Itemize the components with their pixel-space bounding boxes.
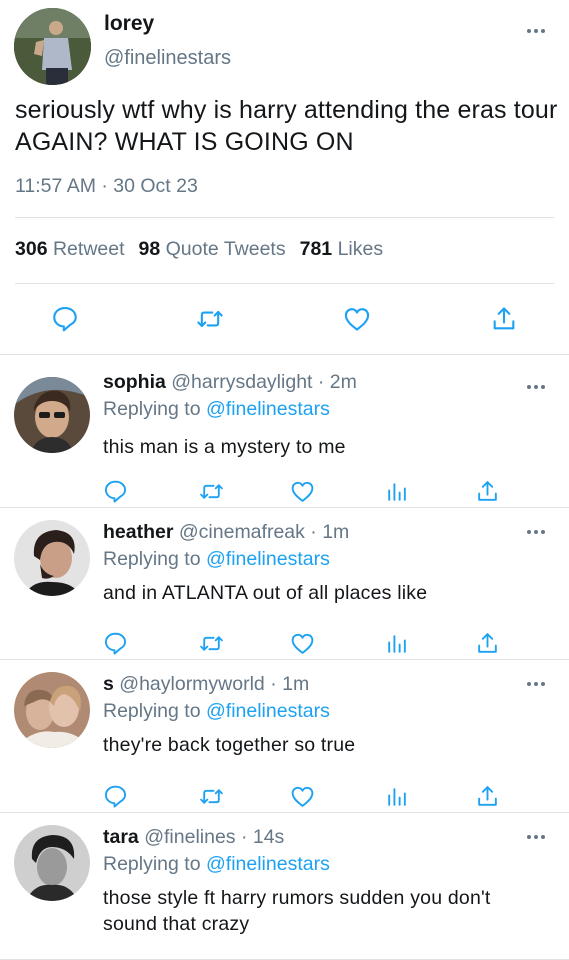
display-name[interactable]: sophia xyxy=(103,371,166,393)
reply-header: heather @cinemafreak · 1m xyxy=(103,521,349,544)
replying-prefix: Replying to xyxy=(103,853,201,875)
reply-tweet[interactable]: tara @finelines · 14s Replying to @finel… xyxy=(0,813,569,960)
user-handle[interactable]: @harrysdaylight · 2m xyxy=(171,371,357,393)
like-icon[interactable] xyxy=(343,305,371,333)
avatar[interactable] xyxy=(14,8,91,85)
more-options-icon[interactable] xyxy=(525,833,547,841)
reply-icon[interactable] xyxy=(103,784,128,809)
retweet-icon[interactable] xyxy=(199,479,224,504)
retweet-icon[interactable] xyxy=(196,305,224,333)
more-options-icon[interactable] xyxy=(525,528,547,536)
reply-icon[interactable] xyxy=(51,305,79,333)
reply-tweet[interactable]: sophia @harrysdaylight · 2m Replying to … xyxy=(0,355,569,508)
analytics-icon[interactable] xyxy=(384,631,409,656)
likes-label: Likes xyxy=(337,238,384,260)
reply-tweet[interactable]: s @haylormyworld · 1m Replying to @finel… xyxy=(0,660,569,813)
reply-text: and in ATLANTA out of all places like xyxy=(103,582,428,604)
share-icon[interactable] xyxy=(475,784,500,809)
retweet-icon[interactable] xyxy=(199,631,224,656)
quote-count-link[interactable]: 98 Quote Tweets xyxy=(139,238,286,260)
more-options-icon[interactable] xyxy=(525,27,547,35)
user-handle[interactable]: @cinemafreak · 1m xyxy=(179,521,349,543)
divider xyxy=(15,217,554,218)
replying-prefix: Replying to xyxy=(103,548,201,570)
replying-to: Replying to @finelinestars xyxy=(103,853,330,876)
share-icon[interactable] xyxy=(475,631,500,656)
retweet-label: Retweet xyxy=(52,238,125,260)
share-icon[interactable] xyxy=(490,305,518,333)
reply-header: s @haylormyworld · 1m xyxy=(103,673,309,696)
replying-prefix: Replying to xyxy=(103,700,201,722)
replying-to: Replying to @finelinestars xyxy=(103,398,330,421)
user-handle[interactable]: @finelinestars xyxy=(104,47,231,70)
replying-to: Replying to @finelinestars xyxy=(103,700,330,723)
likes-count-link[interactable]: 781 Likes xyxy=(300,238,384,260)
reply-text: this man is a mystery to me xyxy=(103,436,346,458)
replying-to-link[interactable]: @finelinestars xyxy=(206,398,330,420)
analytics-icon[interactable] xyxy=(384,479,409,504)
reply-text: they're back together so true xyxy=(103,734,356,756)
user-handle[interactable]: @finelines · 14s xyxy=(144,826,284,848)
tweet-timestamp: 11:57 AM · 30 Oct 23 xyxy=(15,175,198,197)
retweet-icon[interactable] xyxy=(199,784,224,809)
more-options-icon[interactable] xyxy=(525,680,547,688)
retweet-count: 306 xyxy=(15,238,48,260)
reply-header: sophia @harrysdaylight · 2m xyxy=(103,371,357,394)
like-icon[interactable] xyxy=(290,784,315,809)
share-icon[interactable] xyxy=(475,479,500,504)
reply-icon[interactable] xyxy=(103,479,128,504)
user-handle[interactable]: @haylormyworld · 1m xyxy=(119,673,309,695)
avatar[interactable] xyxy=(14,377,90,453)
display-name[interactable]: tara xyxy=(103,826,139,848)
reply-header: tara @finelines · 14s xyxy=(103,826,284,849)
avatar[interactable] xyxy=(14,520,90,596)
display-name[interactable]: heather xyxy=(103,521,173,543)
quote-count: 98 xyxy=(138,238,161,260)
replying-to-link[interactable]: @finelinestars xyxy=(206,853,330,875)
tweet-text: seriously wtf why is harry attending the… xyxy=(15,96,558,156)
display-name[interactable]: lorey xyxy=(104,12,154,36)
retweet-count-link[interactable]: 306 Retweet xyxy=(15,238,125,260)
divider xyxy=(15,283,554,284)
reply-tweet[interactable]: heather @cinemafreak · 1m Replying to @f… xyxy=(0,508,569,660)
more-options-icon[interactable] xyxy=(525,383,547,391)
display-name[interactable]: s xyxy=(103,673,114,695)
avatar[interactable] xyxy=(14,672,90,748)
tweet-stats: 306 Retweet 98 Quote Tweets 781 Likes xyxy=(15,238,383,261)
like-icon[interactable] xyxy=(290,479,315,504)
replying-to-link[interactable]: @finelinestars xyxy=(206,548,330,570)
main-tweet: lorey @finelinestars seriously wtf why i… xyxy=(0,0,569,355)
quote-label: Quote Tweets xyxy=(165,238,286,260)
analytics-icon[interactable] xyxy=(384,784,409,809)
replying-to-link[interactable]: @finelinestars xyxy=(206,700,330,722)
avatar[interactable] xyxy=(14,825,90,901)
reply-icon[interactable] xyxy=(103,631,128,656)
reply-text: those style ft harry rumors sudden you d… xyxy=(103,887,491,935)
replying-prefix: Replying to xyxy=(103,398,201,420)
likes-count: 781 xyxy=(299,238,333,260)
replying-to: Replying to @finelinestars xyxy=(103,548,330,571)
like-icon[interactable] xyxy=(290,631,315,656)
